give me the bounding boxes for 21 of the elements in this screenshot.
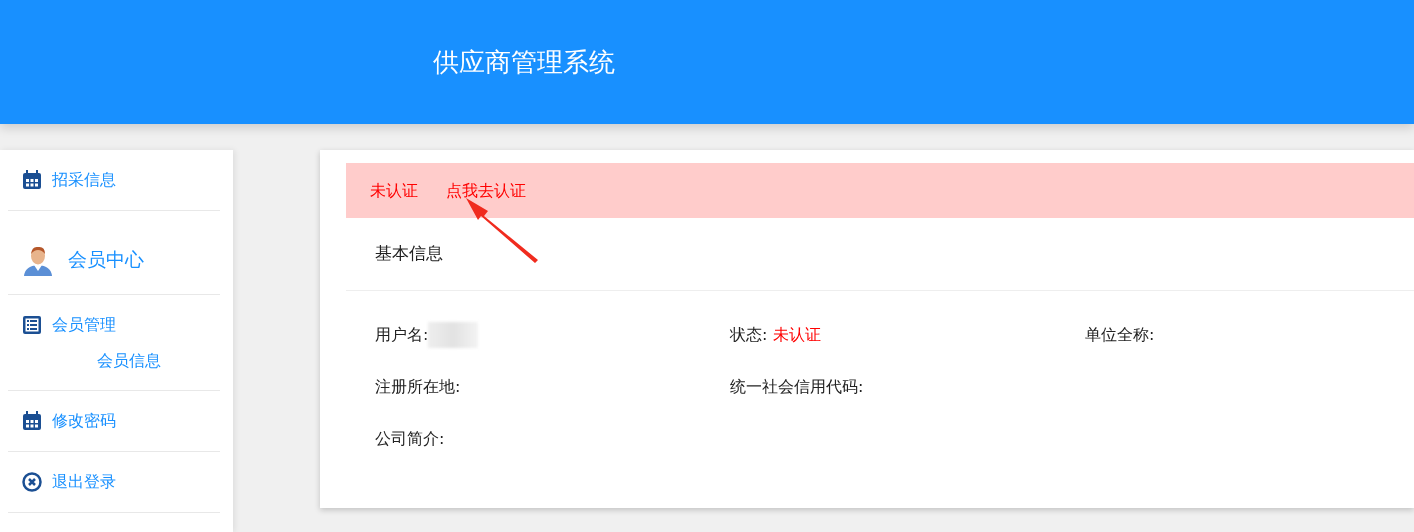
app-title: 供应商管理系统 bbox=[433, 45, 615, 79]
verify-link[interactable]: 点我去认证 bbox=[446, 178, 526, 203]
list-icon bbox=[22, 314, 42, 335]
sidebar-link[interactable]: 会员管理 bbox=[52, 312, 116, 337]
section-title: 基本信息 bbox=[375, 242, 443, 266]
status-text: 未认证 bbox=[370, 179, 418, 202]
sidebar-link[interactable]: 退出登录 bbox=[52, 470, 116, 494]
sidebar-sublink[interactable]: 会员信息 bbox=[22, 348, 161, 373]
field-label: 注册所在地: bbox=[375, 375, 461, 398]
sidebar-link[interactable]: 会员中心 bbox=[68, 245, 144, 274]
sidebar-link[interactable]: 招采信息 bbox=[52, 168, 116, 192]
calendar-icon bbox=[22, 170, 42, 190]
sidebar-link[interactable]: 修改密码 bbox=[52, 409, 116, 433]
field-label: 统一社会信用代码: bbox=[730, 375, 864, 398]
field-label: 状态: bbox=[730, 323, 768, 346]
field-label: 用户名: bbox=[375, 323, 429, 346]
calendar-icon bbox=[22, 411, 42, 431]
field-label: 公司简介: bbox=[375, 427, 445, 450]
field-value: 未认证 bbox=[773, 323, 822, 346]
field-label: 单位全称: bbox=[1085, 323, 1155, 346]
close-icon bbox=[22, 472, 42, 492]
